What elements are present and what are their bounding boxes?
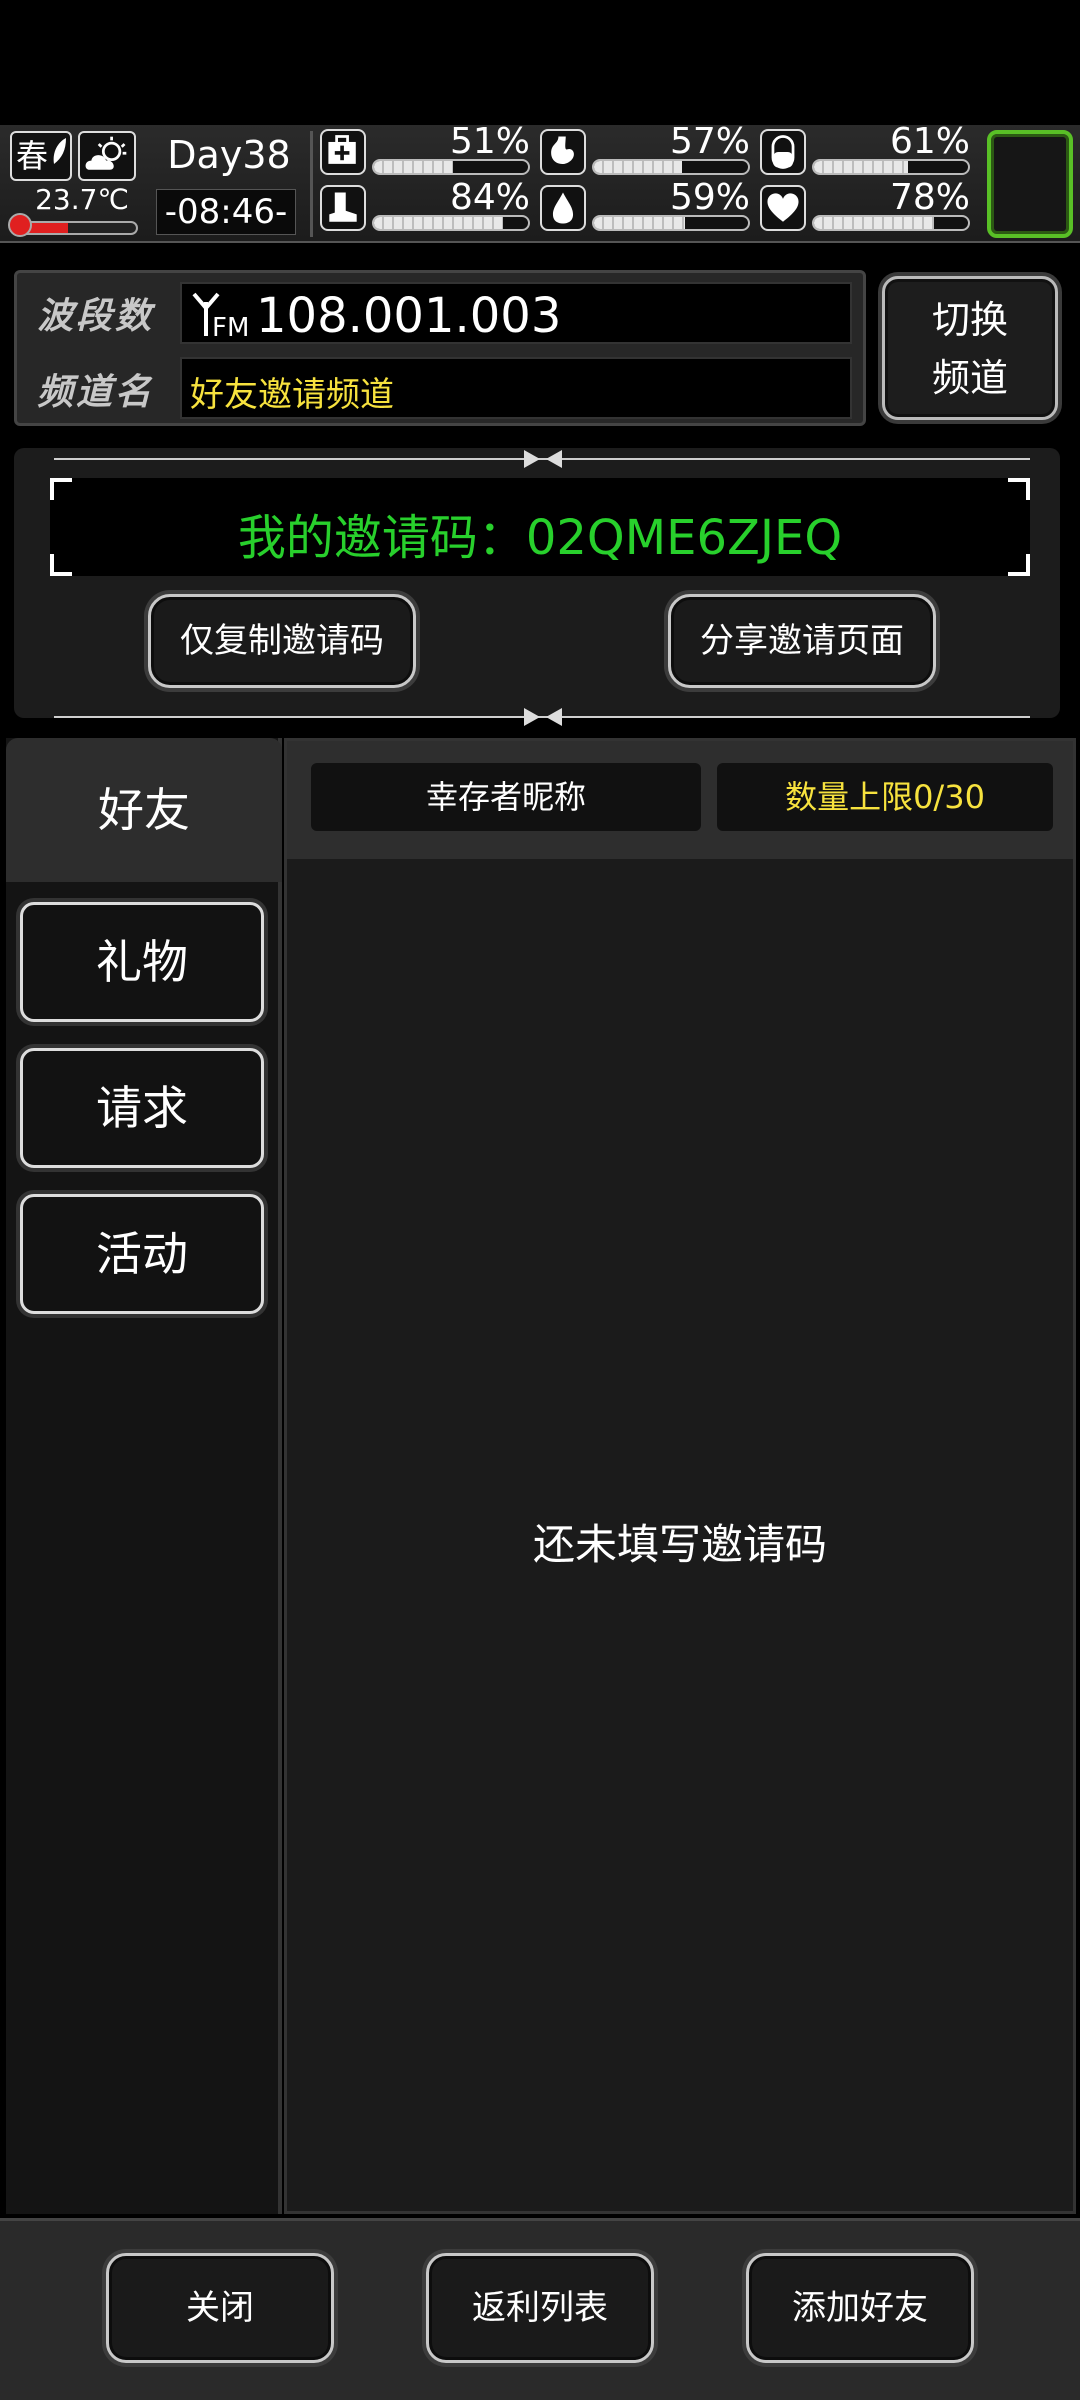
switch-label-1: 切换 xyxy=(931,298,1008,342)
medkit-icon xyxy=(320,129,366,175)
frequency-display: FM 108.001.003 xyxy=(180,282,852,344)
stat-percent: 51% xyxy=(449,121,530,162)
weather-icon xyxy=(78,131,136,181)
friend-limit-badge: 数量上限0/30 xyxy=(717,763,1053,831)
copy-code-button[interactable]: 仅复制邀请码 xyxy=(148,594,416,688)
invite-panel: 我的邀请码：02QME6ZJEQ 仅复制邀请码 分享邀请页面 xyxy=(14,448,1060,726)
game-clock: -08:46- xyxy=(156,189,296,235)
channel-label: 频道名 xyxy=(37,372,155,413)
day-counter: Day38 xyxy=(167,133,291,177)
rail-divider xyxy=(54,450,1030,468)
stat-percent: 59% xyxy=(669,177,750,218)
tab-requests[interactable]: 请求 xyxy=(20,1048,264,1168)
tab-friends[interactable]: 好友 xyxy=(6,738,282,882)
tab-gifts[interactable]: 礼物 xyxy=(20,902,264,1022)
switch-label-2: 频道 xyxy=(931,356,1008,400)
invite-code-text: 我的邀请码：02QME6ZJEQ xyxy=(237,510,843,566)
stat-bar xyxy=(372,215,530,231)
stat-medicine: 61% xyxy=(760,121,974,177)
antenna-icon: FM xyxy=(192,292,249,340)
rail-divider xyxy=(54,708,1030,726)
divider xyxy=(310,131,313,237)
stat-health: 51% xyxy=(320,121,534,177)
thermometer-icon xyxy=(8,213,32,237)
tab-column: 好友 礼物 请求 活动 xyxy=(6,738,282,2214)
leaf-icon xyxy=(53,138,66,164)
temperature-readout: 23.7℃ xyxy=(35,183,129,216)
stat-thirst: 59% xyxy=(540,177,754,233)
stat-bar xyxy=(812,159,970,175)
stat-percent: 61% xyxy=(889,121,970,162)
status-bar: 春 23.7℃ Day38 -08:46- 51% 57% 61% 84% 59… xyxy=(0,121,1080,243)
season-label: 春 xyxy=(16,137,49,175)
boot-icon xyxy=(320,185,366,231)
heart-icon xyxy=(760,185,806,231)
band-label: 波段数 xyxy=(37,296,155,337)
pill-icon xyxy=(760,129,806,175)
stat-percent: 84% xyxy=(449,177,530,218)
tab-events[interactable]: 活动 xyxy=(20,1194,264,1314)
add-friend-button[interactable]: 添加好友 xyxy=(746,2253,974,2363)
list-header: 幸存者昵称 数量上限0/30 xyxy=(287,741,1073,859)
stat-bar xyxy=(592,159,750,175)
invite-code-box: 我的邀请码：02QME6ZJEQ xyxy=(50,478,1030,576)
switch-channel-button[interactable]: 切换 频道 xyxy=(882,276,1058,420)
column-nickname: 幸存者昵称 xyxy=(311,763,701,831)
share-page-button[interactable]: 分享邀请页面 xyxy=(668,594,936,688)
close-button[interactable]: 关闭 xyxy=(106,2253,334,2363)
stat-percent: 57% xyxy=(669,121,750,162)
stomach-icon xyxy=(540,129,586,175)
stat-mood: 78% xyxy=(760,177,974,233)
empty-state-message: 还未填写邀请码 xyxy=(532,1520,827,1569)
stat-bar xyxy=(812,215,970,231)
channel-name: 好友邀请频道 xyxy=(190,375,394,415)
bottom-bar: 关闭 返利列表 添加好友 xyxy=(0,2218,1080,2400)
stat-stamina: 84% xyxy=(320,177,534,233)
friends-list-panel: 幸存者昵称 数量上限0/30 还未填写邀请码 xyxy=(284,738,1076,2214)
stat-bar xyxy=(592,215,750,231)
water-drop-icon xyxy=(540,185,586,231)
radio-panel: 波段数 FM 108.001.003 频道名 好友邀请频道 xyxy=(14,270,866,426)
stat-bar xyxy=(372,159,530,175)
stat-percent: 78% xyxy=(889,177,970,218)
equipment-slot[interactable] xyxy=(987,130,1073,238)
fm-label: FM xyxy=(212,313,249,340)
channel-display: 好友邀请频道 xyxy=(180,357,852,419)
rebate-list-button[interactable]: 返利列表 xyxy=(426,2253,654,2363)
stat-hunger: 57% xyxy=(540,121,754,177)
season-indicator: 春 xyxy=(10,131,72,181)
frequency-value: 108.001.003 xyxy=(256,288,562,344)
